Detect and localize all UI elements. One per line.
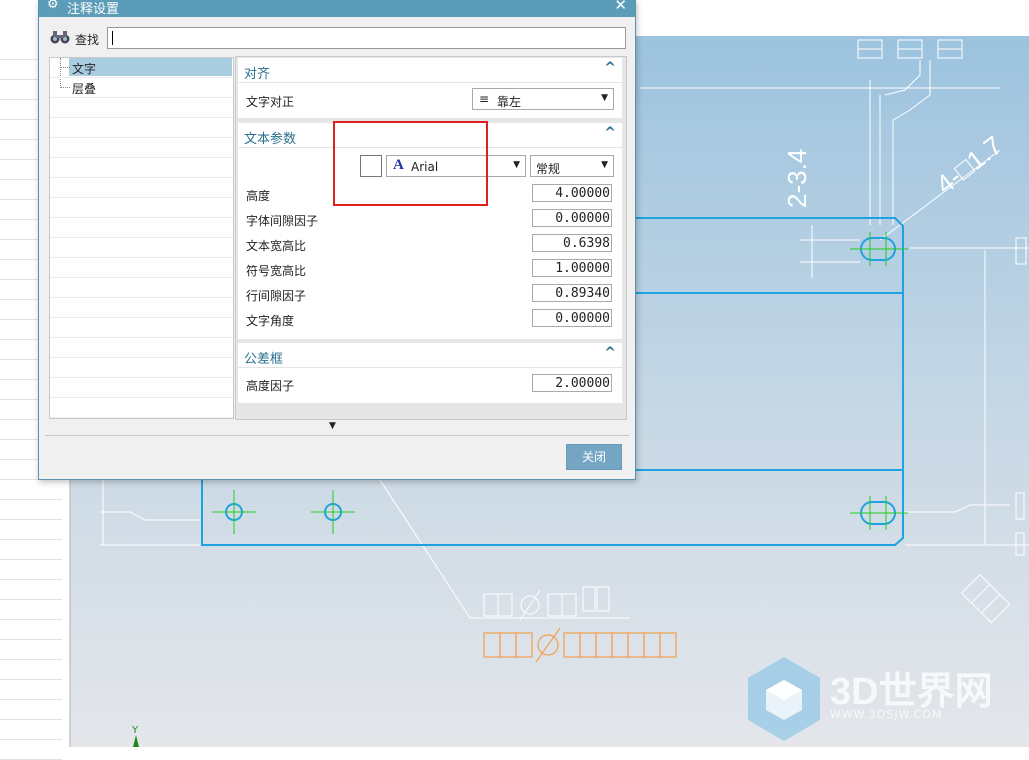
field-label: 文字角度 (246, 314, 295, 328)
annotation-settings-dialog: ⚙ 注释设置 ✕ 查找 文字 层叠 对齐 ^ 文字对正 ≡ 靠左 ▼ 文本参数 … (38, 0, 636, 480)
watermark: 3D世界网 WWW.3DSJW.COM (744, 654, 993, 747)
text-align-value: 靠左 (497, 95, 522, 109)
chevron-down-icon: ▼ (513, 160, 520, 170)
divider (45, 435, 629, 436)
watermark-url: WWW.3DSJW.COM (830, 708, 943, 721)
field-label: 高度 (246, 189, 271, 203)
font-style-value: 常规 (536, 162, 561, 176)
cube-logo-icon (748, 657, 820, 741)
field-label: 字体间隙因子 (246, 214, 319, 228)
dim-vertical-label: 2-3.4 (782, 149, 812, 208)
axis-y-label: Y (131, 725, 139, 736)
dialog-titlebar[interactable]: ⚙ 注释设置 ✕ (39, 0, 635, 17)
font-style-dropdown[interactable]: 常规 ▼ (530, 155, 614, 177)
dialog-title: 注释设置 (67, 2, 120, 17)
close-button[interactable]: 关闭 (566, 444, 622, 470)
collapse-icon[interactable]: ^ (604, 60, 616, 76)
tree-item-label: 层叠 (72, 82, 97, 96)
gear-icon: ⚙ (47, 0, 59, 12)
settings-panel: 对齐 ^ 文字对正 ≡ 靠左 ▼ 文本参数 ^ A Arial ▼ 常规 ▼ 高… (235, 56, 627, 420)
text-align-label: 文字对正 (246, 95, 295, 109)
find-input[interactable] (107, 27, 626, 49)
section-align: 对齐 ^ 文字对正 ≡ 靠左 ▼ (238, 58, 622, 118)
height-factor-label: 高度因子 (246, 379, 295, 393)
align-left-icon: ≡ (479, 92, 490, 106)
find-label: 查找 (75, 33, 100, 47)
field-label: 符号宽高比 (246, 264, 307, 278)
section-title: 文本参数 (244, 132, 297, 147)
height-factor-input[interactable]: 2.00000 (532, 374, 612, 392)
section-title: 公差框 (244, 352, 284, 367)
field-label: 文本宽高比 (246, 239, 307, 253)
line-spacing-input[interactable]: 0.89340 (532, 284, 612, 302)
highlight-box (333, 121, 488, 206)
collapse-icon[interactable]: ^ (604, 345, 616, 361)
section-tolerance-header[interactable]: 公差框 ^ (238, 343, 622, 368)
field-label: 行间隙因子 (246, 289, 307, 303)
binoculars-icon (50, 31, 70, 44)
section-align-header[interactable]: 对齐 ^ (238, 58, 622, 83)
text-align-dropdown[interactable]: ≡ 靠左 ▼ (472, 88, 614, 110)
chevron-down-icon: ▼ (601, 93, 608, 103)
settings-tree: 文字 层叠 (49, 57, 234, 419)
chevron-down-icon: ▼ (601, 160, 608, 170)
collapse-icon[interactable]: ^ (604, 125, 616, 141)
tree-item-label: 文字 (72, 62, 97, 76)
section-title: 对齐 (244, 67, 271, 82)
section-tolerance-frame: 公差框 ^ 高度因子 2.00000 (238, 343, 622, 403)
text-aspect-input[interactable]: 0.6398 (532, 234, 612, 252)
height-input[interactable]: 4.00000 (532, 184, 612, 202)
tree-item-stack[interactable]: 层叠 (50, 78, 233, 98)
text-angle-input[interactable]: 0.00000 (532, 309, 612, 327)
watermark-brand: 3D世界网 (830, 671, 993, 713)
char-spacing-input[interactable]: 0.00000 (532, 209, 612, 227)
tree-item-text[interactable]: 文字 (50, 58, 233, 78)
symbol-aspect-input[interactable]: 1.00000 (532, 259, 612, 277)
close-icon[interactable]: ✕ (614, 0, 627, 14)
expand-more-icon[interactable]: ▼ (329, 421, 336, 431)
